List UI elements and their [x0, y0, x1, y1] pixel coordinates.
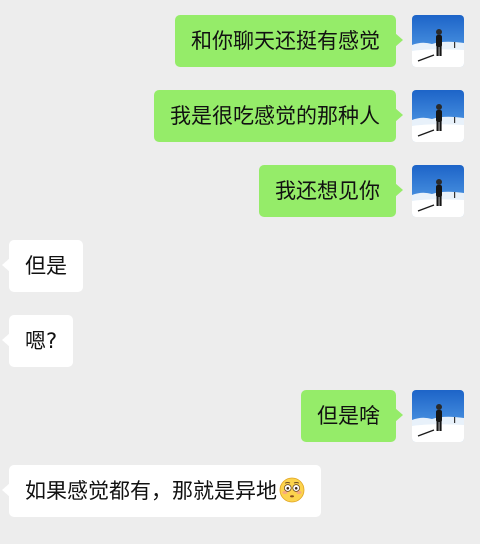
message-row-received: 嗯?	[0, 315, 480, 367]
message-bubble-received[interactable]: 嗯?	[1, 315, 74, 367]
message-bubble-received[interactable]: 如果感觉都有，那就是异地	[2, 465, 321, 517]
message-row-sent: 我还想见你	[0, 165, 480, 217]
avatar-icon[interactable]	[412, 15, 464, 67]
flushed-face-icon	[279, 477, 305, 503]
avatar-icon[interactable]	[412, 90, 464, 142]
message-bubble-received[interactable]: 但是	[2, 240, 83, 292]
message-row-received: 如果感觉都有，那就是异地	[0, 465, 480, 517]
message-row-sent: 和你聊天还挺有感觉	[0, 15, 480, 67]
message-bubble-sent[interactable]: 我是很吃感觉的那种人	[154, 90, 403, 142]
message-bubble-sent[interactable]: 和你聊天还挺有感觉	[175, 15, 403, 67]
chat-area: 和你聊天还挺有感觉 我是很吃感觉的那种人 我还想见你 但是 嗯? 但是啥 如果感…	[0, 0, 480, 544]
avatar-icon[interactable]	[412, 390, 464, 442]
avatar-icon[interactable]	[412, 165, 464, 217]
message-bubble-sent[interactable]: 但是啥	[301, 390, 403, 442]
message-bubble-sent[interactable]: 我还想见你	[259, 165, 403, 217]
message-text: 如果感觉都有，那就是异地	[25, 479, 277, 503]
message-row-sent: 但是啥	[0, 390, 480, 442]
message-row-sent: 我是很吃感觉的那种人	[0, 90, 480, 142]
message-row-received: 但是	[0, 240, 480, 292]
